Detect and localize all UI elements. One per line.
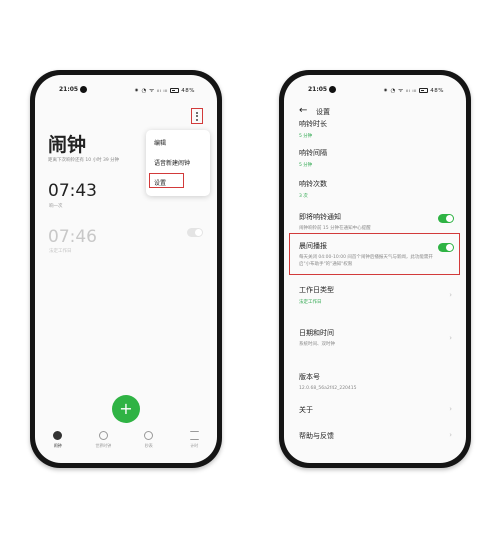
setting-title: 版本号 <box>299 373 320 381</box>
world-clock-icon <box>98 431 108 440</box>
more-menu-button[interactable] <box>191 108 203 124</box>
setting-title: 帮助与反馈 <box>299 432 334 440</box>
back-arrow-icon[interactable]: ← <box>299 105 307 116</box>
setting-ring-count[interactable]: 响铃次数 3 次 <box>299 179 454 199</box>
stopwatch-icon <box>144 431 154 440</box>
tab-stopwatch[interactable]: 秒表 <box>130 431 168 455</box>
tab-alarm[interactable]: 闹钟 <box>39 431 77 455</box>
setting-title: 响铃次数 <box>299 180 327 188</box>
alarm-item-time[interactable]: 07:43 <box>48 181 97 201</box>
alarm-item-repeat: 法定工作日 <box>49 249 72 254</box>
setting-ring-interval[interactable]: 响铃间隔 5 分钟 <box>299 148 454 168</box>
setting-title: 响铃时长 <box>299 120 327 128</box>
setting-title: 工作日类型 <box>299 286 334 294</box>
menu-item-edit[interactable]: 编辑 <box>154 138 166 147</box>
status-signal-icons: ✷ ◔ ᯤ ᵢₗₗ ᵢₗₗ <box>134 88 168 94</box>
status-icons: ✷ ◔ ᯤ ᵢₗₗ ᵢₗₗ 48% <box>134 86 195 94</box>
setting-version: 版本号 12.0.68_56a2f42_220415 <box>299 372 454 393</box>
setting-workday-type[interactable]: 工作日类型 法定工作日 › <box>299 285 454 305</box>
chevron-right-icon: › <box>449 431 452 439</box>
tab-label: 世界时钟 <box>95 443 112 448</box>
add-alarm-button[interactable]: + <box>112 395 140 423</box>
page-title: 闹钟 <box>48 134 87 156</box>
setting-title: 日期和时间 <box>299 329 334 337</box>
status-bar: 21:05 ✷ ◔ ᯤ ᵢₗₗ ᵢₗₗ 48% <box>35 85 217 97</box>
battery-icon <box>170 88 180 93</box>
status-bar: 21:05 ✷ ◔ ᯤ ᵢₗₗ ᵢₗₗ 48% <box>284 85 466 97</box>
setting-value: 5 分钟 <box>299 134 313 139</box>
tab-world-clock[interactable]: 世界时钟 <box>84 431 122 455</box>
setting-date-time[interactable]: 日期和时间 系统时间、双时钟 › <box>299 328 454 349</box>
alarm-toggle[interactable] <box>187 228 203 237</box>
bottom-tab-bar: 闹钟 世界时钟 秒表 计时 <box>35 431 217 455</box>
alarm-icon <box>53 431 63 440</box>
chevron-right-icon: › <box>449 291 452 299</box>
left-phone-frame: 21:05 ✷ ◔ ᯤ ᵢₗₗ ᵢₗₗ 48% 闹钟 距离下次响铃还有 10 小… <box>30 70 222 468</box>
setting-about[interactable]: 关于 › <box>299 405 454 415</box>
tab-label: 计时 <box>190 443 199 448</box>
setting-description: 闹钟响铃前 15 分钟在通知中心提醒 <box>299 226 371 231</box>
setting-description: 12.0.68_56a2f42_220415 <box>299 386 357 391</box>
page-title: 设置 <box>316 108 330 116</box>
setting-value: 法定工作日 <box>299 300 322 305</box>
tab-label: 闹钟 <box>53 443 62 448</box>
upcoming-notice-toggle[interactable] <box>438 214 454 223</box>
timer-icon <box>189 431 199 440</box>
menu-item-voice-new-alarm[interactable]: 语音新建闹钟 <box>154 158 190 167</box>
alarm-screen: 21:05 ✷ ◔ ᯤ ᵢₗₗ ᵢₗₗ 48% 闹钟 距离下次响铃还有 10 小… <box>35 75 217 463</box>
tab-timer[interactable]: 计时 <box>175 431 213 455</box>
next-alarm-countdown: 距离下次响铃还有 10 小时 39 分钟 <box>48 158 120 163</box>
battery-icon <box>419 88 429 93</box>
setting-help-feedback[interactable]: 帮助与反馈 › <box>299 431 454 441</box>
battery-level: 48% <box>430 88 444 94</box>
front-camera <box>329 86 336 93</box>
setting-description: 系统时间、双时钟 <box>299 342 335 347</box>
tab-label: 秒表 <box>144 443 153 448</box>
status-time: 21:05 <box>308 86 328 93</box>
alarm-item-time[interactable]: 07:46 <box>48 227 97 247</box>
chevron-right-icon: › <box>449 334 452 342</box>
setting-value: 5 分钟 <box>299 163 313 168</box>
setting-title: 响铃间隔 <box>299 149 327 157</box>
status-signal-icons: ✷ ◔ ᯤ ᵢₗₗ ᵢₗₗ <box>383 88 417 94</box>
highlight-box <box>149 173 184 188</box>
setting-upcoming-notice[interactable]: 即将响铃通知 闹钟响铃前 15 分钟在通知中心提醒 <box>299 212 454 233</box>
setting-title: 即将响铃通知 <box>299 213 341 221</box>
overflow-menu: 编辑 语音新建闹钟 设置 <box>146 130 210 196</box>
alarm-item-repeat: 响一次 <box>49 204 63 209</box>
setting-ring-duration[interactable]: 响铃时长 5 分钟 <box>299 119 454 139</box>
highlight-box <box>289 233 460 275</box>
settings-screen: 21:05 ✷ ◔ ᯤ ᵢₗₗ ᵢₗₗ 48% ← 设置 响铃时长 5 分钟 响… <box>284 75 466 463</box>
status-time: 21:05 <box>59 86 79 93</box>
setting-value: 3 次 <box>299 194 308 199</box>
status-icons: ✷ ◔ ᯤ ᵢₗₗ ᵢₗₗ 48% <box>383 86 444 94</box>
front-camera <box>80 86 87 93</box>
more-dots-icon <box>196 111 198 114</box>
battery-level: 48% <box>181 88 195 94</box>
right-phone-frame: 21:05 ✷ ◔ ᯤ ᵢₗₗ ᵢₗₗ 48% ← 设置 响铃时长 5 分钟 响… <box>279 70 471 468</box>
setting-title: 关于 <box>299 406 313 414</box>
chevron-right-icon: › <box>449 405 452 413</box>
